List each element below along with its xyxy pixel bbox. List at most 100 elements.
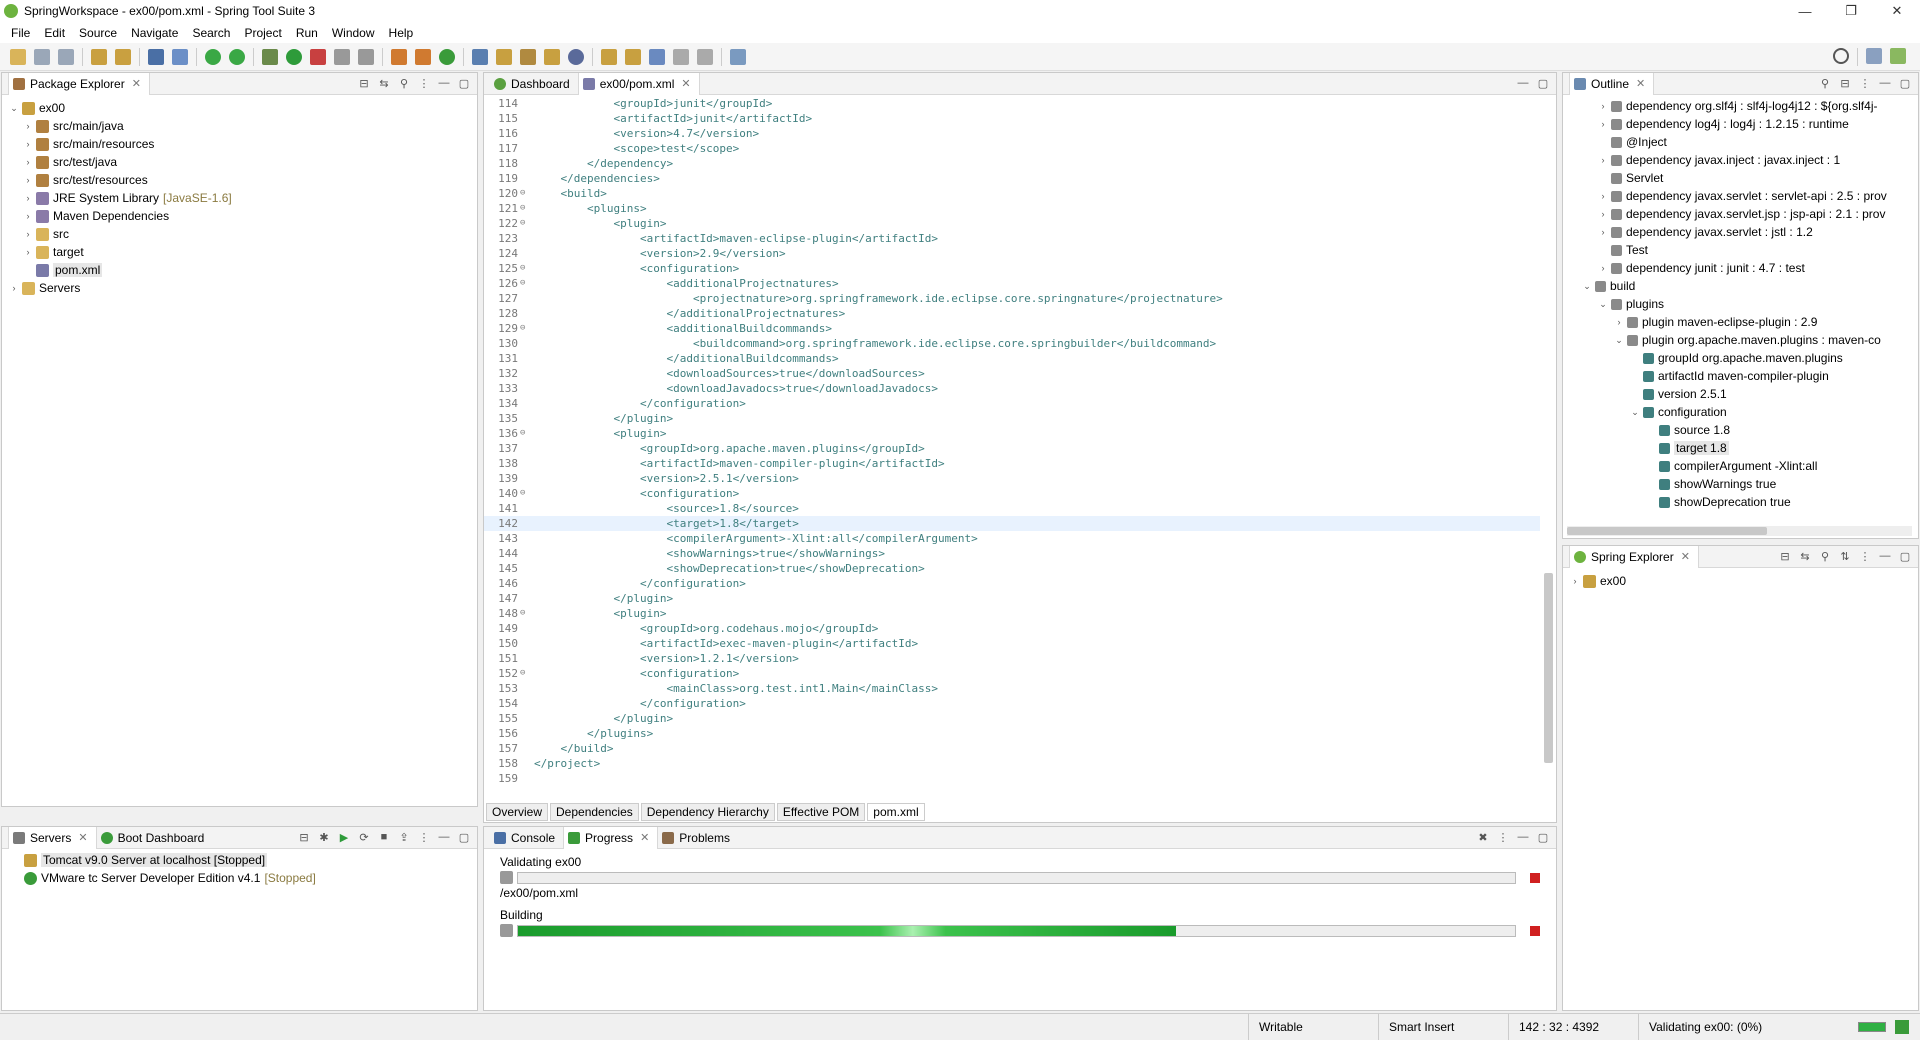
menu-run[interactable]: Run [289, 26, 325, 40]
collapse-arrow-icon[interactable]: ⌄ [1597, 299, 1609, 310]
new-package-icon[interactable] [415, 48, 431, 65]
code-line[interactable]: 126 ⊖ <additionalProjectnatures> [484, 276, 1540, 291]
publish-icon[interactable]: ⇪ [397, 830, 411, 844]
code-line[interactable]: 123 <artifactId>maven-eclipse-plugin</ar… [484, 231, 1540, 246]
code-line[interactable]: 153 <mainClass>org.test.int1.Main</mainC… [484, 681, 1540, 696]
close-icon[interactable]: ✕ [1636, 77, 1645, 90]
tab-console[interactable]: Console [490, 827, 563, 849]
save-all-icon[interactable] [58, 48, 74, 65]
code-line[interactable]: 155 </plugin> [484, 711, 1540, 726]
expand-arrow-icon[interactable]: › [22, 229, 34, 239]
minimize-view-icon[interactable]: — [437, 76, 451, 90]
tab-problems[interactable]: Problems [658, 827, 738, 849]
fold-toggle-icon[interactable]: ⊖ [520, 276, 530, 291]
expand-arrow-icon[interactable]: › [1597, 101, 1609, 111]
code-line[interactable]: 139 <version>2.5.1</version> [484, 471, 1540, 486]
menu-project[interactable]: Project [237, 26, 288, 40]
fold-toggle-icon[interactable]: ⊖ [520, 321, 530, 336]
terminal-icon[interactable] [148, 48, 164, 65]
code-line[interactable]: 159 [484, 771, 1540, 786]
outline-item[interactable]: groupId org.apache.maven.plugins [1569, 349, 1918, 367]
search-icon[interactable] [1833, 48, 1849, 64]
tab-spring-explorer[interactable]: Spring Explorer ✕ [1569, 545, 1699, 568]
code-line[interactable]: 135 </plugin> [484, 411, 1540, 426]
outline-item[interactable]: › dependency junit : junit : 4.7 : test [1569, 259, 1918, 277]
tree-item[interactable]: › src/main/java [8, 117, 477, 135]
code-line[interactable]: 124 <version>2.9</version> [484, 246, 1540, 261]
expand-arrow-icon[interactable]: › [1597, 209, 1609, 219]
code-line[interactable]: 152 ⊖ <configuration> [484, 666, 1540, 681]
open-resource-icon[interactable] [115, 48, 131, 65]
fold-toggle-icon[interactable]: ⊖ [520, 186, 530, 201]
filter-icon[interactable]: ⚲ [1818, 76, 1832, 90]
code-line[interactable]: 146 </configuration> [484, 576, 1540, 591]
code-line[interactable]: 128 </additionalProjectnatures> [484, 306, 1540, 321]
minimize-view-icon[interactable]: — [1516, 76, 1530, 90]
horizontal-scrollbar[interactable] [1567, 526, 1912, 536]
tab-outline[interactable]: Outline ✕ [1569, 72, 1655, 95]
code-line[interactable]: 136 ⊖ <plugin> [484, 426, 1540, 441]
code-line[interactable]: 134 </configuration> [484, 396, 1540, 411]
expand-arrow-icon[interactable]: › [22, 211, 34, 221]
code-line[interactable]: 138 <artifactId>maven-compiler-plugin</a… [484, 456, 1540, 471]
code-line[interactable]: 140 ⊖ <configuration> [484, 486, 1540, 501]
code-line[interactable]: 151 <version>1.2.1</version> [484, 651, 1540, 666]
refresh-icon[interactable] [229, 48, 245, 65]
link-editor-icon[interactable]: ⇆ [377, 76, 391, 90]
code-line[interactable]: 122 ⊖ <plugin> [484, 216, 1540, 231]
tab-dependencies[interactable]: Dependencies [550, 803, 639, 821]
tab-progress[interactable]: Progress ✕ [563, 826, 659, 849]
code-line[interactable]: 148 ⊖ <plugin> [484, 606, 1540, 621]
tree-item[interactable]: pom.xml [8, 261, 477, 279]
server-item-tomcat[interactable]: Tomcat v9.0 Server at localhost [Stopped… [22, 851, 477, 869]
maximize-view-icon[interactable]: ▢ [1536, 830, 1550, 844]
outline-item[interactable]: ⌄ plugins [1569, 295, 1918, 313]
expand-arrow-icon[interactable]: › [1569, 576, 1581, 586]
start-server-icon[interactable]: ▶ [337, 830, 351, 844]
last-edit-icon[interactable] [649, 48, 665, 65]
skip-breakpoints-icon[interactable] [172, 48, 188, 65]
code-line[interactable]: 121 ⊖ <plugins> [484, 201, 1540, 216]
close-icon[interactable]: ✕ [640, 831, 649, 844]
code-line[interactable]: 125 ⊖ <configuration> [484, 261, 1540, 276]
outline-item[interactable]: artifactId maven-compiler-plugin [1569, 367, 1918, 385]
fold-toggle-icon[interactable]: ⊖ [520, 486, 530, 501]
minimize-view-icon[interactable]: — [1878, 549, 1892, 563]
view-menu-icon[interactable]: ⋮ [1858, 549, 1872, 563]
open-perspective-icon[interactable] [1866, 48, 1882, 64]
expand-arrow-icon[interactable]: › [1597, 119, 1609, 129]
expand-arrow-icon[interactable]: › [22, 175, 34, 185]
outline-item[interactable]: › dependency javax.servlet.jsp : jsp-api … [1569, 205, 1918, 223]
tab-dependency-hierarchy[interactable]: Dependency Hierarchy [640, 803, 775, 821]
expand-arrow-icon[interactable]: › [1597, 263, 1609, 273]
expand-arrow-icon[interactable]: › [1597, 155, 1609, 165]
stop-icon[interactable] [334, 48, 350, 65]
server-item-vmware[interactable]: VMware tc Server Developer Edition v4.1 … [22, 869, 477, 887]
scrollbar-thumb[interactable] [1567, 527, 1767, 535]
expand-arrow-icon[interactable]: › [22, 193, 34, 203]
next-annotation-icon[interactable] [601, 48, 617, 65]
open-type-icon[interactable] [91, 48, 107, 65]
minimize-view-icon[interactable]: — [1516, 830, 1530, 844]
view-menu-icon[interactable]: ⋮ [417, 76, 431, 90]
outline-item[interactable]: version 2.5.1 [1569, 385, 1918, 403]
outline-item[interactable]: › dependency log4j : log4j : 1.2.15 : run… [1569, 115, 1918, 133]
new-class-icon[interactable] [439, 48, 455, 65]
tab-effective-pom[interactable]: Effective POM [776, 803, 866, 821]
fold-toggle-icon[interactable]: ⊖ [520, 216, 530, 231]
close-icon[interactable]: ✕ [1681, 550, 1690, 563]
tree-item[interactable]: › Maven Dependencies [8, 207, 477, 225]
code-line[interactable]: 114 <groupId>junit</groupId> [484, 96, 1540, 111]
tab-package-explorer[interactable]: Package Explorer ✕ [8, 72, 150, 95]
collapse-arrow-icon[interactable]: ⌄ [1613, 335, 1625, 346]
open-folder-icon[interactable] [496, 48, 512, 65]
outline-item[interactable]: showDeprecation true [1569, 493, 1918, 511]
outline-item[interactable]: Test [1569, 241, 1918, 259]
status-task[interactable]: Validating ex00: (0%) [1638, 1014, 1838, 1040]
maximize-view-icon[interactable]: ▢ [1898, 76, 1912, 90]
maximize-view-icon[interactable]: ▢ [1898, 549, 1912, 563]
expand-arrow-icon[interactable]: › [1597, 227, 1609, 237]
code-line[interactable]: 129 ⊖ <additionalBuildcommands> [484, 321, 1540, 336]
cancel-operation-icon[interactable] [1530, 925, 1540, 936]
close-icon[interactable]: ✕ [132, 77, 141, 90]
